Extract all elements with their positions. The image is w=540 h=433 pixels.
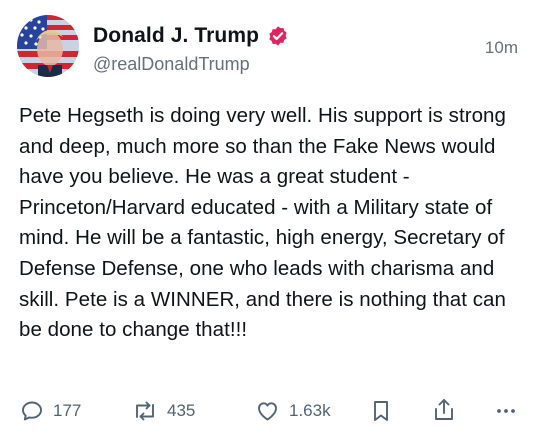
avatar[interactable] [17,15,79,77]
action-bar: 177 435 1.63k [0,395,540,431]
post-timestamp[interactable]: 10m [485,38,518,58]
repost-button[interactable]: 435 [132,399,195,423]
post-text: Pete Hegseth is doing very well. His sup… [19,104,506,342]
reply-icon [22,401,42,421]
bookmark-button[interactable] [370,399,392,423]
author-row: Donald J. Trump [93,24,289,48]
like-count: 1.63k [289,401,331,420]
like-button[interactable]: 1.63k [255,399,331,423]
avatar-image [17,15,79,77]
like-icon [258,402,277,421]
author-name[interactable]: Donald J. Trump [93,24,259,48]
repost-count: 435 [167,401,196,420]
share-button[interactable] [432,397,456,423]
more-button[interactable] [494,399,518,423]
repost-icon [136,401,154,421]
more-icon [497,409,515,413]
verified-badge-icon [267,25,289,47]
share-icon [435,399,453,420]
reply-button[interactable]: 177 [20,399,81,423]
bookmark-icon [374,401,388,421]
reply-count: 177 [53,401,82,420]
author-handle[interactable]: @realDonaldTrump [93,54,250,75]
